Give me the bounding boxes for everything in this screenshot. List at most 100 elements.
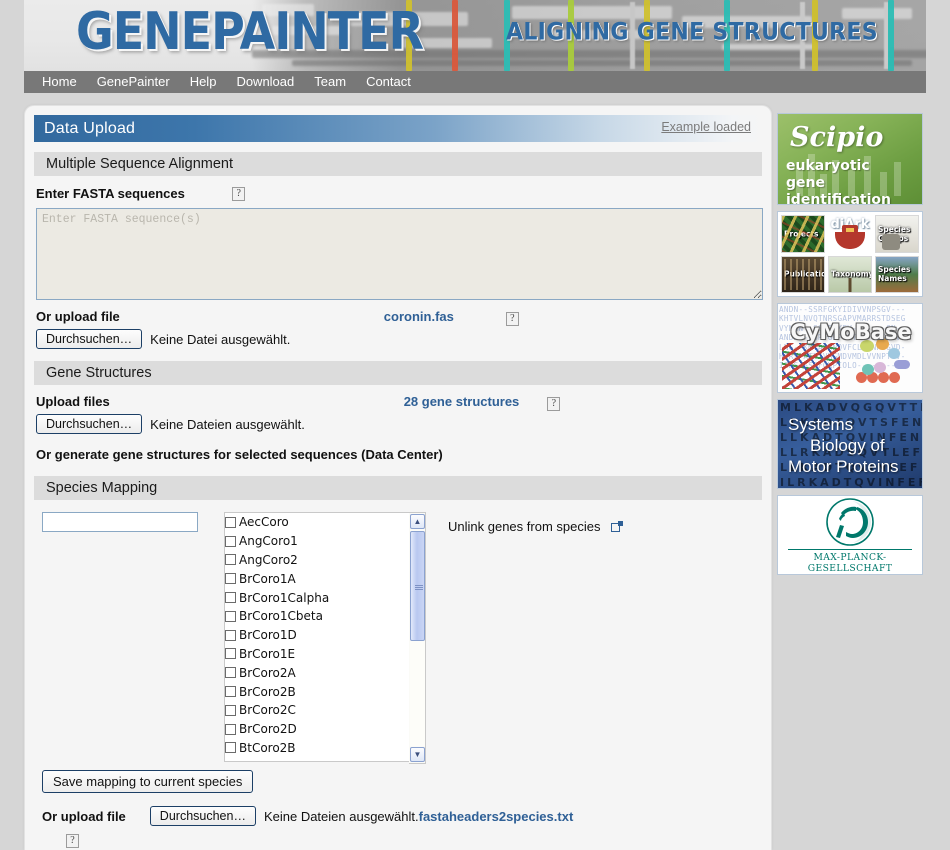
species-label: BrCoro2D xyxy=(239,722,297,737)
diark-tile-species-groups[interactable]: Species Groups xyxy=(875,215,919,253)
species-listbox[interactable]: AecCoro AngCoro1 AngCoro2 BrCoro1A BrCor… xyxy=(224,512,409,762)
main-content-panel: Data Upload Example loaded Multiple Sequ… xyxy=(24,105,772,850)
msa-file-status: Keine Datei ausgewählt. xyxy=(150,331,291,347)
species-checkbox[interactable] xyxy=(225,573,236,585)
scrollbar-thumb[interactable] xyxy=(410,531,425,641)
diark-tile-label: Taxonomy xyxy=(831,269,872,279)
nav-link-contact[interactable]: Contact xyxy=(356,71,421,93)
list-item[interactable]: BrCoro2C xyxy=(225,701,409,720)
ark-boat-icon xyxy=(835,224,865,249)
unlink-icon[interactable] xyxy=(610,521,623,533)
mapping-upload-label: Or upload file xyxy=(42,808,126,824)
species-search-input[interactable] xyxy=(42,512,198,532)
species-list-scrollbar[interactable]: ▲ ▼ xyxy=(409,512,426,764)
diark-tile-species-names[interactable]: Species Names xyxy=(875,255,919,293)
mapping-loaded-file[interactable]: fastaheaders2species.txt xyxy=(419,809,574,824)
scipio-title: Scipio xyxy=(790,122,884,153)
panel-title-bar: Data Upload Example loaded xyxy=(34,115,762,142)
mapping-browse-button[interactable]: Durchsuchen… xyxy=(149,806,256,826)
gs-loaded-info[interactable]: 28 gene structures xyxy=(404,394,520,409)
page-title: Data Upload xyxy=(44,119,136,137)
list-item[interactable]: BrCoro1E xyxy=(225,645,409,664)
example-loaded-link[interactable]: Example loaded xyxy=(661,120,751,134)
banner-tagline: ALIGNING GENE STRUCTURES xyxy=(506,19,878,46)
species-checkbox[interactable] xyxy=(225,686,236,698)
species-checkbox[interactable] xyxy=(225,667,236,679)
list-item[interactable]: BrCoro1Cbeta xyxy=(225,607,409,626)
save-mapping-button[interactable]: Save mapping to current species xyxy=(42,770,254,793)
nav-item-contact[interactable]: Contact xyxy=(356,71,421,93)
diark-tile-logo[interactable]: diArk xyxy=(828,215,872,253)
species-checkbox[interactable] xyxy=(225,723,236,735)
gs-generate-label[interactable]: Or generate gene structures for selected… xyxy=(36,447,443,462)
list-item[interactable]: AngCoro2 xyxy=(225,551,409,570)
unlink-column: Unlink genes from species xyxy=(426,512,623,764)
scroll-down-icon[interactable]: ▼ xyxy=(410,747,425,762)
scroll-up-icon[interactable]: ▲ xyxy=(410,514,425,529)
nav-item-help[interactable]: Help xyxy=(180,71,227,93)
list-item[interactable]: BrCoro2A xyxy=(225,663,409,682)
mpg-label: MAX-PLANCK-GESELLSCHAFT xyxy=(788,548,912,574)
diark-graphic: Projects diArk Species Groups Publicatio… xyxy=(778,212,922,296)
species-label: AngCoro1 xyxy=(239,534,298,549)
species-list: AecCoro AngCoro1 AngCoro2 BrCoro1A BrCor… xyxy=(225,513,409,757)
msa-browse-button[interactable]: Durchsuchen… xyxy=(36,329,143,349)
sidebar-banner-sysbio[interactable]: MLKADVQGQVTTFE LLKADTQVTSFEN LLKADTQVINF… xyxy=(777,399,923,489)
msa-loaded-file[interactable]: coronin.fas xyxy=(384,309,454,324)
help-icon-gene-structures[interactable]: ? xyxy=(547,397,561,411)
nav-link-help[interactable]: Help xyxy=(180,71,227,93)
scipio-graphic: Scipio eukaryotic gene identification xyxy=(778,114,922,204)
sidebar-banner-scipio[interactable]: Scipio eukaryotic gene identification xyxy=(777,113,923,205)
species-checkbox[interactable] xyxy=(225,648,236,660)
diark-tile-publications[interactable]: Publications xyxy=(781,255,825,293)
list-item[interactable]: BtCoro2B xyxy=(225,739,409,758)
protein-ribbon-icon xyxy=(782,343,840,389)
unlink-label[interactable]: Unlink genes from species xyxy=(448,519,600,534)
help-icon-mapping-upload[interactable]: ? xyxy=(66,833,79,848)
gs-browse-button[interactable]: Durchsuchen… xyxy=(36,414,143,434)
species-checkbox[interactable] xyxy=(225,516,236,528)
diark-tile-taxonomy[interactable]: Taxonomy xyxy=(828,255,872,293)
sidebar-banner-cymobase[interactable]: ANDN--SSRFGKYIDIVVNPSGV--- KHTVLNVQTNRSG… xyxy=(777,303,923,393)
species-checkbox[interactable] xyxy=(225,592,236,604)
genepainter-logo[interactable]: GENEPAINTER xyxy=(76,0,476,66)
nav-item-team[interactable]: Team xyxy=(304,71,356,93)
species-label: BrCoro2A xyxy=(239,665,296,680)
species-checkbox[interactable] xyxy=(225,742,236,754)
cymobase-title: CyMoBase xyxy=(790,320,912,344)
list-item[interactable]: BrCoro1Calpha xyxy=(225,588,409,607)
diark-tile-label: Species Names xyxy=(878,265,911,284)
sidebar-banner-diark[interactable]: Projects diArk Species Groups Publicatio… xyxy=(777,211,923,297)
list-item[interactable]: AngCoro1 xyxy=(225,532,409,551)
species-checkbox[interactable] xyxy=(225,610,236,622)
nav-link-team[interactable]: Team xyxy=(304,71,356,93)
nav-item-download[interactable]: Download xyxy=(226,71,304,93)
species-checkbox[interactable] xyxy=(225,629,236,641)
nav-item-genepainter[interactable]: GenePainter xyxy=(87,71,180,93)
minerva-head-icon xyxy=(826,497,874,546)
species-label: BrCoro1D xyxy=(239,628,297,643)
species-checkbox[interactable] xyxy=(225,704,236,716)
species-checkbox[interactable] xyxy=(225,554,236,566)
nav-link-genepainter[interactable]: GenePainter xyxy=(87,71,180,93)
help-icon-msa-upload[interactable]: ? xyxy=(505,312,519,326)
diark-tile-projects[interactable]: Projects xyxy=(781,215,825,253)
list-item[interactable]: BrCoro1A xyxy=(225,569,409,588)
list-item[interactable]: AecCoro xyxy=(225,513,409,532)
msa-upload-label: Or upload file xyxy=(36,309,120,324)
list-item[interactable]: BrCoro2D xyxy=(225,720,409,739)
species-checkbox[interactable] xyxy=(225,535,236,547)
list-item[interactable]: BrCoro2B xyxy=(225,682,409,701)
nav-link-download[interactable]: Download xyxy=(226,71,304,93)
diark-tile-label: Species Groups xyxy=(878,224,911,243)
nav-link-home[interactable]: Home xyxy=(32,71,87,93)
cymobase-graphic: ANDN--SSRFGKYIDIVVNPSGV--- KHTVLNVQTNRSG… xyxy=(778,304,922,392)
page-root: GENEPAINTER ALIGNING GENE STRUCTURES Hom… xyxy=(0,0,950,850)
help-icon-fasta[interactable]: ? xyxy=(232,186,246,201)
list-item[interactable]: BrCoro1D xyxy=(225,626,409,645)
species-label: BrCoro2C xyxy=(239,703,296,718)
species-label: BrCoro1Cbeta xyxy=(239,609,323,624)
fasta-input[interactable] xyxy=(36,208,763,300)
sidebar-banner-mpg[interactable]: MAX-PLANCK-GESELLSCHAFT xyxy=(777,495,923,575)
nav-item-home[interactable]: Home xyxy=(32,71,87,93)
